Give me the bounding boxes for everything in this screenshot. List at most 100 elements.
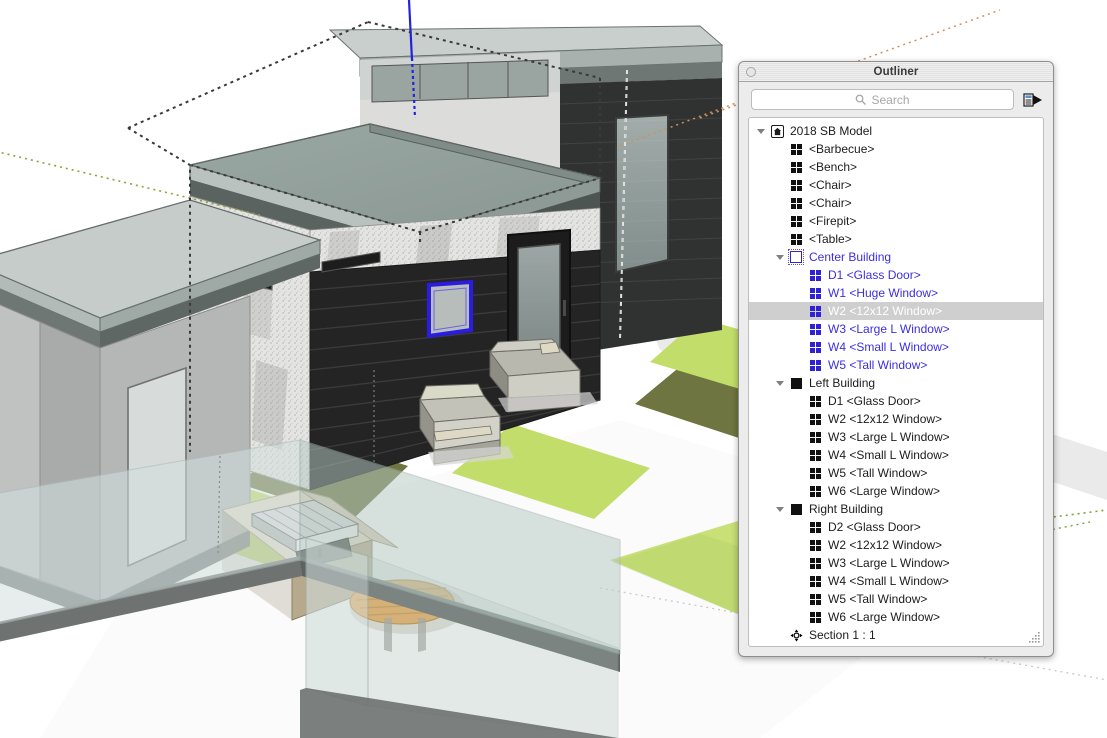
component-icon [806,518,824,536]
close-icon[interactable] [746,67,756,77]
outliner-row-center-building[interactable]: Center Building [749,248,1043,266]
details-flyout-glyph [1023,92,1043,108]
outliner-toolbar: Search [739,82,1053,117]
outliner-row-lb-w2[interactable]: W2 <12x12 Window> [749,410,1043,428]
component-icon [806,266,824,284]
outliner-row-label: D1 <Glass Door> [828,266,921,284]
outliner-row-cb-w4[interactable]: W4 <Small L Window> [749,338,1043,356]
outliner-row-rb-w5[interactable]: W5 <Tall Window> [749,590,1043,608]
outliner-row-left-building[interactable]: Left Building [749,374,1043,392]
sketchup-window: Outliner Search [0,0,1107,738]
component-icon [806,392,824,410]
outliner-row-rb-w6[interactable]: W6 <Large Window> [749,608,1043,626]
component-icon [806,428,824,446]
outliner-row-right-building[interactable]: Right Building [749,500,1043,518]
outliner-row-rb-w4[interactable]: W4 <Small L Window> [749,572,1043,590]
component-icon [787,176,805,194]
outliner-row-label: W4 <Small L Window> [828,338,949,356]
component-icon [806,356,824,374]
outliner-row-label: <Barbecue> [809,140,874,158]
component-icon [787,230,805,248]
outliner-row-chair-2[interactable]: <Chair> [749,194,1043,212]
outliner-row-table[interactable]: <Table> [749,230,1043,248]
component-icon [787,140,805,158]
outliner-row-lb-w5[interactable]: W5 <Tall Window> [749,464,1043,482]
outliner-row-label: W3 <Large L Window> [828,320,950,338]
outliner-row-label: Center Building [809,248,891,266]
component-icon [806,482,824,500]
outliner-row-model-root[interactable]: 2018 SB Model [749,122,1043,140]
search-placeholder: Search [871,93,909,107]
component-icon [806,338,824,356]
disclosure-triangle-icon[interactable] [753,122,768,140]
outliner-row-rb-d2[interactable]: D2 <Glass Door> [749,518,1043,536]
group-open-icon [787,248,805,266]
outliner-row-label: W1 <Huge Window> [828,284,938,302]
outliner-row-label: <Chair> [809,194,852,212]
component-icon [806,536,824,554]
outliner-row-label: W5 <Tall Window> [828,464,927,482]
section-plane-icon [787,626,805,644]
outliner-row-firepit[interactable]: <Firepit> [749,212,1043,230]
outliner-row-lb-d1[interactable]: D1 <Glass Door> [749,392,1043,410]
outliner-row-cb-w2[interactable]: W2 <12x12 Window> [749,302,1043,320]
outliner-tree-container[interactable]: 2018 SB Model<Barbecue><Bench><Chair><Ch… [748,117,1044,647]
outliner-row-cb-w3[interactable]: W3 <Large L Window> [749,320,1043,338]
outliner-row-label: Right Building [809,500,883,518]
component-icon [806,320,824,338]
component-icon [806,554,824,572]
component-icon [806,446,824,464]
outliner-row-section-1[interactable]: Section 1 : 1 [749,626,1043,644]
resize-grip-icon[interactable] [1028,631,1041,644]
outliner-row-label: W5 <Tall Window> [828,590,927,608]
outliner-tree[interactable]: 2018 SB Model<Barbecue><Bench><Chair><Ch… [749,118,1043,644]
outliner-row-label: <Bench> [809,158,857,176]
outliner-row-label: W6 <Large Window> [828,482,940,500]
component-icon [806,608,824,626]
component-icon [806,590,824,608]
outliner-row-label: W2 <12x12 Window> [828,302,942,320]
outliner-row-cb-w5[interactable]: W5 <Tall Window> [749,356,1043,374]
selected-window-w2 [429,282,471,336]
outliner-row-cb-w1[interactable]: W1 <Huge Window> [749,284,1043,302]
group-icon [787,374,805,392]
outliner-row-label: W4 <Small L Window> [828,446,949,464]
outliner-row-label: 2018 SB Model [790,122,872,140]
component-icon [806,572,824,590]
outliner-row-cb-d1[interactable]: D1 <Glass Door> [749,266,1043,284]
outliner-row-rb-w2[interactable]: W2 <12x12 Window> [749,536,1043,554]
outliner-row-rb-w3[interactable]: W3 <Large L Window> [749,554,1043,572]
outliner-row-lb-w3[interactable]: W3 <Large L Window> [749,428,1043,446]
disclosure-triangle-icon[interactable] [772,374,787,392]
outliner-titlebar[interactable]: Outliner [739,62,1053,82]
component-icon [806,302,824,320]
component-icon [806,284,824,302]
outliner-row-label: Left Building [809,374,875,392]
component-icon [806,410,824,428]
details-flyout-icon[interactable] [1022,89,1044,111]
component-icon [787,194,805,212]
outliner-row-label: W4 <Small L Window> [828,572,949,590]
search-input[interactable]: Search [751,89,1014,110]
outliner-row-label: D2 <Glass Door> [828,518,921,536]
outliner-row-label: W2 <12x12 Window> [828,536,942,554]
outliner-row-chair-1[interactable]: <Chair> [749,176,1043,194]
outliner-row-barbecue[interactable]: <Barbecue> [749,140,1043,158]
outliner-row-label: Section 1 : 1 [809,626,876,644]
outliner-row-label: <Firepit> [809,212,856,230]
group-icon [787,500,805,518]
disclosure-triangle-icon[interactable] [772,248,787,266]
disclosure-triangle-icon[interactable] [772,500,787,518]
outliner-row-label: <Chair> [809,176,852,194]
panel-title: Outliner [874,66,919,78]
outliner-row-label: W2 <12x12 Window> [828,410,942,428]
outliner-panel[interactable]: Outliner Search [738,61,1054,657]
component-icon [806,464,824,482]
outliner-row-label: <Table> [809,230,852,248]
outliner-row-bench[interactable]: <Bench> [749,158,1043,176]
outliner-row-label: W3 <Large L Window> [828,554,950,572]
outliner-row-lb-w6[interactable]: W6 <Large Window> [749,482,1043,500]
outliner-row-lb-w4[interactable]: W4 <Small L Window> [749,446,1043,464]
outliner-row-label: W5 <Tall Window> [828,356,927,374]
model-home-icon [768,122,786,140]
